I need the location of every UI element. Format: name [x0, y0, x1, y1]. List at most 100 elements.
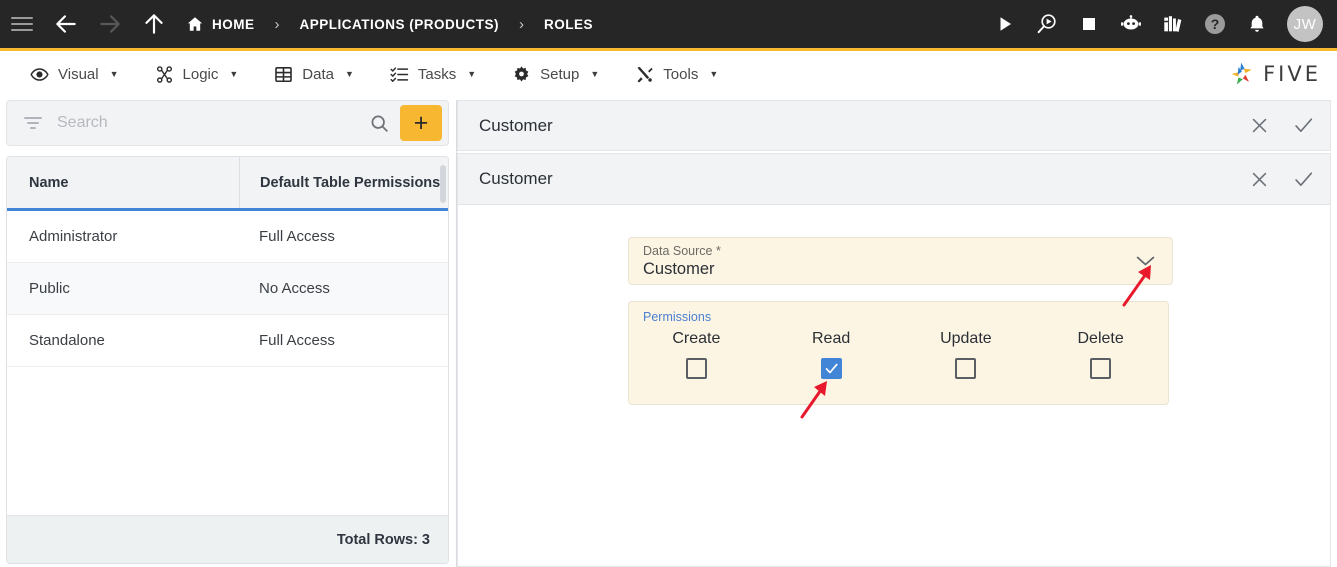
checkbox-delete[interactable] — [1090, 358, 1112, 379]
check-icon — [1294, 118, 1312, 132]
breadcrumb-item-applications[interactable]: APPLICATIONS (PRODUCTS) — [296, 17, 504, 32]
column-header-name[interactable]: Name — [7, 175, 239, 191]
check-icon — [1294, 171, 1312, 186]
menu-label-tasks: Tasks — [417, 65, 457, 83]
brand-logo: FIVE — [1228, 60, 1321, 88]
column-header-default-table-permissions[interactable]: Default Table Permissions — [239, 157, 440, 208]
chat-bot-icon — [1121, 15, 1141, 30]
table-body: Administrator Full Access Public No Acce… — [7, 211, 448, 515]
search-input[interactable] — [57, 114, 362, 132]
gear-icon — [514, 65, 529, 81]
permissions-fieldset: Permissions Create Read Update Delete — [628, 301, 1169, 405]
menu-item-data[interactable]: Data ▼ — [256, 54, 372, 94]
vertical-scrollbar-thumb[interactable] — [440, 165, 446, 203]
roles-table: Name Default Table Permissions Administr… — [6, 156, 449, 564]
checkbox-update[interactable] — [955, 358, 977, 379]
permission-label-read: Read — [812, 330, 851, 347]
chevron-down-icon: ▼ — [229, 69, 239, 79]
detail-form-body: Data Source * Customer Permissions Creat… — [457, 205, 1331, 567]
detail-outer-title: Customer — [479, 115, 553, 135]
outer-confirm-button[interactable] — [1290, 113, 1316, 139]
menu-item-tools[interactable]: Tools ▼ — [617, 54, 736, 94]
check-icon — [825, 363, 838, 374]
breadcrumb-label-applications: APPLICATIONS (PRODUCTS) — [299, 16, 499, 32]
data-source-value: Customer — [643, 260, 715, 278]
data-source-label: Data Source * — [643, 244, 721, 258]
arrow-up-icon — [145, 14, 163, 34]
avatar-initials: JW — [1293, 15, 1317, 33]
notifications-button[interactable] — [1237, 4, 1277, 44]
cell-permissions: No Access — [259, 280, 330, 297]
up-button[interactable] — [132, 0, 176, 48]
chevron-down-glyph — [1136, 256, 1155, 266]
search-play-icon — [1037, 14, 1056, 34]
magnifier-icon — [371, 115, 388, 132]
permission-label-create: Create — [672, 330, 721, 347]
hamburger-icon — [11, 17, 33, 31]
permission-label-update: Update — [940, 330, 992, 347]
menu-item-tasks[interactable]: Tasks ▼ — [372, 54, 494, 94]
filter-icon[interactable] — [23, 117, 43, 129]
menu-item-logic[interactable]: Logic ▼ — [137, 54, 257, 94]
bell-icon — [1250, 15, 1264, 32]
stop-square-icon — [1083, 18, 1095, 30]
permission-create: Create — [629, 330, 764, 379]
role-detail-panel: Customer Customer Data Source * Customer… — [456, 100, 1331, 567]
checkbox-create[interactable] — [685, 358, 707, 379]
menu-label-setup: Setup — [540, 65, 580, 83]
menu-label-visual: Visual — [58, 65, 99, 83]
menu-item-setup[interactable]: Setup ▼ — [494, 54, 617, 94]
topbar-left-group: HOME › APPLICATIONS (PRODUCTS) › ROLES — [0, 0, 597, 48]
play-icon — [1000, 17, 1011, 31]
help-button[interactable]: ? — [1195, 4, 1235, 44]
add-role-label: + — [413, 108, 429, 137]
checklist-icon — [390, 66, 409, 82]
breadcrumb-separator: › — [519, 15, 524, 33]
close-icon — [1252, 172, 1266, 186]
inner-close-button[interactable] — [1246, 166, 1272, 192]
hamburger-menu-button[interactable] — [0, 0, 44, 48]
breadcrumb-item-home[interactable]: HOME — [182, 15, 259, 33]
menu-item-visual[interactable]: Visual ▼ — [12, 54, 137, 94]
roles-list-panel: + Name Default Table Permissions Adminis… — [6, 100, 449, 564]
add-role-button[interactable]: + — [400, 105, 442, 141]
brand-name: FIVE — [1263, 62, 1321, 86]
total-rows-label: Total Rows: 3 — [7, 515, 448, 563]
top-navigation-bar: HOME › APPLICATIONS (PRODUCTS) › ROLES ?… — [0, 0, 1337, 51]
chevron-down-icon: ▼ — [709, 69, 719, 79]
table-row[interactable]: Public No Access — [7, 263, 448, 315]
close-icon — [1252, 118, 1266, 133]
detail-inner-header: Customer — [457, 153, 1331, 205]
inner-confirm-button[interactable] — [1290, 166, 1316, 192]
chat-button[interactable] — [1111, 4, 1151, 44]
five-pinwheel-icon — [1231, 62, 1252, 85]
menu-label-tools: Tools — [663, 65, 699, 83]
breadcrumb-separator: › — [274, 15, 280, 33]
library-button[interactable] — [1153, 4, 1193, 44]
table-row[interactable]: Administrator Full Access — [7, 211, 448, 263]
tools-icon — [637, 66, 653, 82]
cell-permissions: Full Access — [259, 228, 335, 245]
chevron-down-icon: ▼ — [590, 69, 600, 79]
debug-button[interactable] — [1027, 4, 1067, 44]
run-button[interactable] — [985, 4, 1025, 44]
stop-button[interactable] — [1069, 4, 1109, 44]
data-source-select[interactable]: Data Source * Customer — [628, 237, 1173, 285]
breadcrumb-item-roles[interactable]: ROLES — [540, 17, 597, 32]
table-row[interactable]: Standalone Full Access — [7, 315, 448, 367]
back-button[interactable] — [44, 0, 88, 48]
search-icon[interactable] — [362, 113, 396, 134]
checkbox-read[interactable] — [820, 358, 842, 379]
home-icon — [187, 17, 203, 31]
outer-close-button[interactable] — [1246, 113, 1272, 139]
permissions-legend: Permissions — [643, 310, 712, 324]
permissions-grid: Create Read Update Delete — [629, 330, 1168, 379]
topbar-action-group: ? JW — [985, 0, 1337, 48]
main-menu-bar: Visual ▼ Logic ▼ Data ▼ Tasks ▼ Setup ▼ … — [0, 51, 1337, 97]
avatar[interactable]: JW — [1287, 6, 1323, 42]
permission-label-delete: Delete — [1077, 330, 1124, 347]
detail-inner-title: Customer — [479, 169, 553, 188]
chevron-down-icon[interactable] — [1135, 254, 1156, 268]
forward-button[interactable] — [88, 0, 132, 48]
detail-outer-header: Customer — [457, 100, 1331, 151]
